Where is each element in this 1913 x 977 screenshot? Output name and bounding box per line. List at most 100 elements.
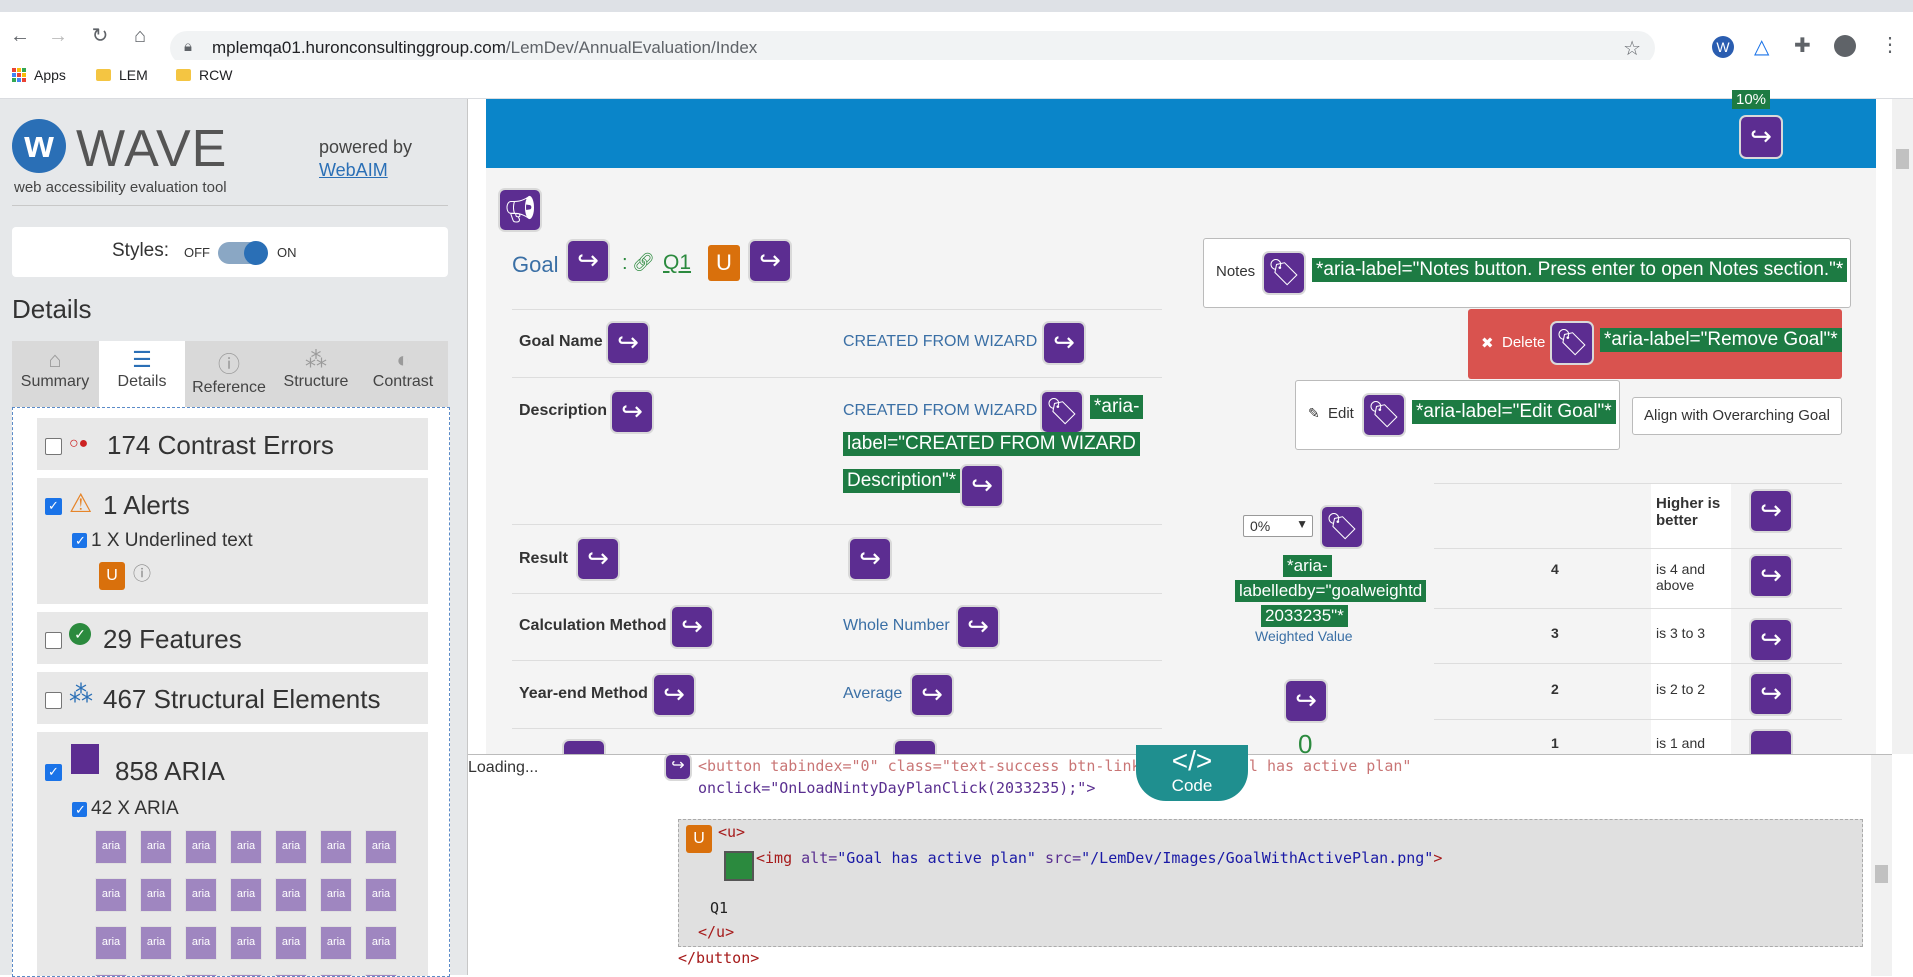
bookmark-lem[interactable]: LEM	[96, 67, 148, 83]
pencil-icon: ✎	[1308, 405, 1320, 421]
tab-structure[interactable]: ⁂ Structure	[273, 341, 359, 407]
wave-aria-marker[interactable]: ↪	[666, 755, 690, 779]
aria-icon[interactable]: aria	[95, 926, 127, 960]
contrast-checkbox[interactable]	[45, 438, 62, 455]
wave-aria-marker[interactable]: ↪	[962, 466, 1002, 506]
wave-aria-marker[interactable]: ↪	[1741, 117, 1781, 157]
wave-tag-icon[interactable]: 🏷︎	[1552, 323, 1592, 363]
wave-aria-marker[interactable]: ↪	[1044, 323, 1084, 363]
tab-reference[interactable]: ⓘ Reference	[186, 341, 272, 407]
underline-alert-icon[interactable]: U	[99, 562, 125, 590]
row-divider	[1434, 483, 1842, 484]
wave-aria-marker[interactable]: ↪	[568, 241, 608, 281]
wave-aria-marker[interactable]: ↪	[1751, 491, 1791, 531]
image-alt-icon[interactable]	[724, 851, 754, 881]
code-toggle-button[interactable]: </> Code	[1136, 745, 1248, 801]
wave-aria-marker[interactable]: ↪	[850, 539, 890, 579]
aria-icon[interactable]: aria	[275, 878, 307, 912]
underline-alert-icon[interactable]: U	[708, 245, 740, 281]
structural-checkbox[interactable]	[45, 692, 62, 709]
aria-icon[interactable]: aria	[95, 830, 127, 864]
wave-aria-marker[interactable]: ↪	[608, 323, 648, 363]
back-icon[interactable]: ←	[8, 24, 32, 48]
weight-select[interactable]: 0% ▼	[1243, 515, 1313, 537]
aria-icon[interactable]: aria	[185, 926, 217, 960]
aria-icon[interactable]: aria	[275, 830, 307, 864]
category-contrast: ○● 174 Contrast Errors	[37, 418, 428, 470]
page-scrollbar[interactable]	[1892, 99, 1913, 754]
aria-icon[interactable]: aria	[140, 926, 172, 960]
extensions-puzzle-icon[interactable]: ✚	[1794, 33, 1811, 58]
browser-menu-icon[interactable]: ⋮	[1880, 32, 1900, 57]
delete-button[interactable]: ✖ Delete 🏷︎ *aria-label="Remove Goal"*	[1468, 309, 1842, 379]
wave-aria-marker[interactable]	[895, 741, 935, 754]
wave-aria-marker[interactable]: ↪	[612, 392, 652, 432]
reload-icon[interactable]: ↻	[88, 24, 112, 48]
code-scrollbar[interactable]	[1871, 755, 1892, 976]
wave-aria-marker[interactable]: ↪	[578, 539, 618, 579]
webaim-link[interactable]: WebAIM	[319, 160, 388, 181]
tab-label: Reference	[192, 379, 266, 396]
profile-avatar-icon[interactable]	[1834, 35, 1856, 57]
styles-toggle-switch[interactable]	[218, 241, 268, 265]
aria-icon[interactable]: aria	[185, 830, 217, 864]
wave-aria-marker[interactable]: ↪	[1751, 556, 1791, 596]
underlined-checkbox[interactable]	[72, 533, 87, 549]
scrollbar-thumb[interactable]	[1896, 149, 1909, 169]
wave-aria-marker[interactable]: ↪	[750, 241, 790, 281]
wave-tag-icon[interactable]: 🏷︎	[1322, 507, 1362, 547]
megaphone-icon[interactable]: 📢︎	[500, 190, 540, 230]
wave-aria-marker[interactable]	[1751, 731, 1791, 754]
aria-icon[interactable]: aria	[320, 830, 352, 864]
aria-icon[interactable]: aria	[230, 926, 262, 960]
align-overarching-goal-button[interactable]: Align with Overarching Goal	[1632, 397, 1842, 435]
aria-icon[interactable]: aria	[320, 926, 352, 960]
notes-button[interactable]: Notes 🏷︎ *aria-label="Notes button. Pres…	[1203, 238, 1851, 308]
aria-icon[interactable]: aria	[365, 830, 397, 864]
goal-active-plan-link[interactable]: Q1	[663, 251, 691, 275]
aria-icon[interactable]: aria	[140, 878, 172, 912]
tab-summary[interactable]: ⌂ Summary	[12, 341, 98, 407]
wave-aria-marker[interactable]: ↪	[654, 675, 694, 715]
wave-aria-marker[interactable]: ↪	[1286, 681, 1326, 721]
aria-icon[interactable]: aria	[275, 926, 307, 960]
wave-aria-marker[interactable]: ↪	[958, 607, 998, 647]
bookmark-rcw[interactable]: RCW	[176, 67, 232, 83]
rating-number: 2	[1551, 681, 1559, 697]
home-icon[interactable]: ⌂	[128, 24, 152, 48]
aria-icon[interactable]: aria	[320, 878, 352, 912]
notes-label: Notes	[1216, 263, 1256, 280]
scrollbar-thumb[interactable]	[1875, 865, 1888, 883]
underline-alert-icon[interactable]: U	[686, 825, 712, 853]
bookmark-apps[interactable]: Apps	[12, 67, 66, 83]
wave-tag-icon[interactable]: 🏷︎	[1364, 395, 1404, 435]
aria-icon[interactable]: aria	[230, 830, 262, 864]
wave-aria-marker[interactable]: ↪	[1751, 620, 1791, 660]
aria-icon[interactable]: aria	[365, 878, 397, 912]
wave-aria-marker[interactable]: ↪	[672, 607, 712, 647]
aria-icon[interactable]: aria	[185, 878, 217, 912]
wave-extension-icon[interactable]: W	[1712, 36, 1734, 58]
info-icon[interactable]: ⓘ	[133, 560, 151, 586]
edit-button[interactable]: ✎ Edit 🏷︎ *aria-label="Edit Goal"*	[1295, 380, 1620, 450]
aria-icon-grid: aria aria aria aria aria aria aria aria aria aria…	[95, 830, 415, 976]
bookmark-star-icon[interactable]: ☆	[1623, 36, 1641, 61]
aria-checkbox[interactable]	[45, 764, 62, 781]
wave-aria-marker[interactable]	[564, 741, 604, 754]
aria-icon[interactable]: aria	[365, 926, 397, 960]
aria-icon[interactable]: aria	[230, 878, 262, 912]
aria-icon[interactable]: aria	[140, 830, 172, 864]
tab-details[interactable]: ☰ Details	[99, 341, 185, 407]
accessibility-extension-icon[interactable]: △	[1754, 34, 1769, 59]
forward-icon[interactable]: →	[46, 24, 70, 48]
wave-tag-icon[interactable]: 🏷︎	[1264, 253, 1304, 293]
browser-tab-strip	[0, 0, 1913, 12]
features-checkbox[interactable]	[45, 632, 62, 649]
wave-tag-icon[interactable]: 🏷︎	[1042, 392, 1082, 432]
alerts-checkbox[interactable]	[45, 498, 62, 515]
wave-aria-marker[interactable]: ↪	[912, 675, 952, 715]
aria-sub-checkbox[interactable]	[72, 802, 87, 818]
aria-icon[interactable]: aria	[95, 878, 127, 912]
wave-aria-marker[interactable]: ↪	[1751, 674, 1791, 714]
tab-contrast[interactable]: ◐ Contrast	[360, 341, 446, 407]
